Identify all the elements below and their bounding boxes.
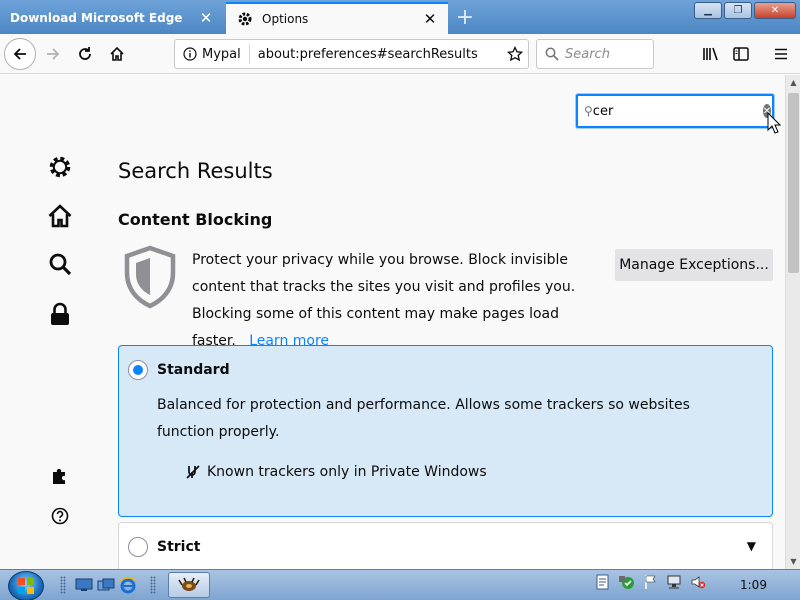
home-button[interactable] (102, 39, 132, 69)
clock[interactable]: 1:09 (740, 578, 767, 592)
window-close-button[interactable]: ✕ (754, 2, 796, 19)
page-title: Search Results (118, 159, 273, 183)
url-bar[interactable]: Mypal about:preferences#searchResults (174, 39, 529, 69)
close-icon: ✕ (770, 5, 780, 16)
minimize-icon: ▁ (704, 5, 712, 16)
standard-radio[interactable] (128, 360, 148, 380)
option-detail: Balanced for protection and performance.… (157, 397, 690, 440)
document-tray-icon[interactable] (596, 574, 610, 594)
internet-explorer-icon[interactable] (118, 576, 138, 594)
category-privacy[interactable] (46, 300, 74, 328)
reload-icon (79, 47, 91, 60)
page-scrollbar[interactable]: ▲ ▼ (785, 75, 800, 569)
new-tab-button[interactable]: + (452, 4, 478, 30)
tab-download-edge[interactable]: Download Microsoft Edge ✕ (0, 2, 224, 34)
preferences-search-field[interactable]: ⚲ ✕ (576, 94, 774, 128)
help-icon (51, 507, 69, 525)
close-icon[interactable]: ✕ (422, 10, 438, 28)
hamburger-menu-icon (775, 48, 787, 60)
search-icon (545, 47, 559, 61)
strict-radio[interactable] (128, 537, 148, 557)
taskbar-app-mypal[interactable] (168, 572, 210, 598)
category-support[interactable] (46, 502, 74, 530)
library-button[interactable] (696, 39, 726, 69)
tracker-note-text: Known trackers only in Private Windows (207, 464, 487, 480)
category-extensions[interactable] (46, 462, 74, 490)
close-icon[interactable]: ✕ (198, 9, 214, 27)
system-tray (596, 574, 706, 594)
tab-strip: Download Microsoft Edge ✕ Options ✕ + ▁ … (0, 0, 800, 34)
tracker-note: Known trackers only in Private Windows (185, 464, 487, 480)
navigation-toolbar: Mypal about:preferences#searchResults Se… (0, 34, 800, 74)
arrow-left-icon (13, 48, 26, 60)
forward-button[interactable] (38, 39, 68, 69)
mypal-browser-icon (178, 577, 200, 591)
info-icon (183, 47, 197, 61)
search-icon (49, 253, 72, 276)
preferences-search-input[interactable] (592, 103, 763, 119)
manage-exceptions-button[interactable]: Manage Exceptions... (615, 249, 773, 281)
home-icon (48, 204, 72, 228)
scrollbar-thumb[interactable] (788, 93, 799, 273)
tracker-blocked-icon (186, 465, 200, 479)
tab-title: Options (262, 12, 309, 26)
bookmark-star-icon[interactable] (502, 46, 528, 62)
action-center-flag-icon[interactable] (644, 574, 658, 594)
option-standard-card[interactable]: Standard Balanced for protection and per… (118, 345, 773, 517)
restore-icon: ❐ (733, 5, 743, 16)
toolbar-grip[interactable] (60, 576, 66, 594)
restore-button[interactable]: ❐ (724, 2, 752, 19)
option-label: Standard (157, 362, 230, 378)
puzzle-icon (53, 468, 65, 484)
network-tray-icon[interactable] (666, 574, 682, 594)
tab-title: Download Microsoft Edge (10, 11, 183, 25)
search-bar[interactable]: Search (536, 39, 654, 69)
start-button[interactable] (8, 571, 44, 600)
scroll-up-icon[interactable]: ▲ (786, 75, 800, 90)
volume-muted-icon[interactable] (690, 574, 706, 594)
menu-button[interactable] (766, 39, 796, 69)
sidebar-toggle-button[interactable] (726, 39, 756, 69)
plus-icon: + (455, 4, 475, 30)
mouse-cursor-icon (767, 112, 781, 134)
preferences-page: ⚲ ✕ Search Results Content Blocking Prot… (0, 75, 785, 569)
show-desktop-icon[interactable] (74, 576, 94, 594)
category-search[interactable] (46, 250, 74, 278)
option-label: Strict (157, 539, 201, 555)
tab-options[interactable]: Options ✕ (226, 2, 448, 34)
arrow-right-icon (47, 48, 60, 60)
category-home[interactable] (46, 202, 74, 230)
category-general[interactable] (46, 153, 74, 181)
section-title: Content Blocking (118, 210, 273, 229)
scroll-down-icon[interactable]: ▼ (786, 554, 800, 569)
search-icon: ⚲ (584, 104, 593, 118)
security-tray-icon[interactable] (618, 574, 636, 594)
option-strict-card[interactable]: Strict ▼ (118, 522, 773, 569)
lock-icon (51, 302, 69, 325)
shield-icon (124, 245, 176, 309)
toolbar-grip[interactable] (150, 576, 156, 594)
switch-windows-icon[interactable] (96, 576, 116, 594)
url-text[interactable]: about:preferences#searchResults (250, 47, 502, 62)
sidebar-icon (733, 47, 749, 61)
chevron-down-icon[interactable]: ▼ (747, 539, 756, 553)
gear-icon (236, 10, 254, 28)
search-placeholder: Search (565, 46, 610, 62)
content-blocking-description: Protect your privacy while you browse. B… (192, 247, 602, 355)
site-label: Mypal (202, 46, 241, 62)
gear-icon (49, 156, 71, 178)
library-icon (703, 47, 718, 61)
back-button[interactable] (4, 38, 36, 70)
site-identity[interactable]: Mypal (175, 44, 250, 64)
home-icon (110, 46, 124, 61)
window-controls: ▁ ❐ ✕ (694, 2, 796, 19)
windows-taskbar: 1:09 (0, 569, 800, 600)
reload-button[interactable] (70, 39, 100, 69)
windows-logo-icon (18, 578, 34, 594)
minimize-button[interactable]: ▁ (694, 2, 722, 19)
